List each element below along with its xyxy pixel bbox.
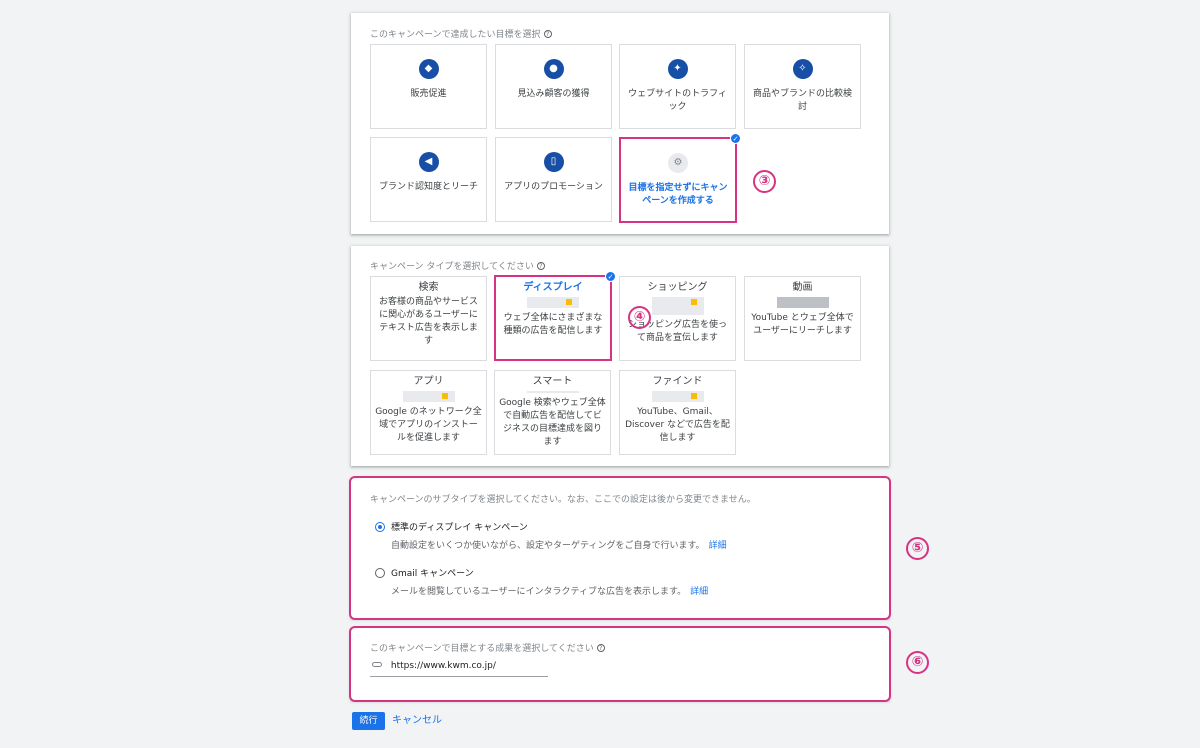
megaphone-icon: ◀ [418, 152, 439, 172]
goal-tile-label: 商品やブランドの比較検討 [752, 89, 852, 112]
goal-tile-label: 販売促進 [410, 89, 447, 99]
goal-tile-no-goal[interactable]: ⚙ 目標を指定せずにキャンペーンを作成する ✓ [619, 133, 741, 223]
check-icon: ✓ [730, 133, 741, 144]
phone-icon: ▯ [543, 152, 564, 172]
type-tile-discovery[interactable]: ファインド YouTube、Gmail、Discover などで広告を配信します [619, 370, 736, 455]
smart-thumbnail [526, 391, 579, 393]
goal-tile-label: ブランド認知度とリーチ [378, 182, 478, 192]
type-tile-name: スマート [532, 376, 573, 387]
gear-icon: ⚙ [668, 153, 688, 173]
type-tile-app[interactable]: アプリ Google のネットワーク全域でアプリのインストールを促進します [370, 370, 487, 455]
shopping-thumbnail [651, 297, 704, 315]
highlight-box-subtype [349, 476, 891, 620]
goal-tile-app[interactable]: ▯ アプリのプロモーション [495, 137, 612, 222]
type-tile-name: ファインド [652, 376, 703, 387]
annotation-5: ⑤ [906, 537, 929, 560]
annotation-3: ③ [753, 170, 776, 193]
type-tile-name: 検索 [418, 282, 439, 293]
type-tile-smart[interactable]: スマート Google 検索やウェブ全体で自動広告を配信してビジネスの目標達成を… [494, 370, 611, 455]
display-thumbnail [527, 297, 579, 308]
video-thumbnail [776, 297, 829, 308]
type-tile-desc: YouTube、Gmail、Discover などで広告を配信します [625, 407, 730, 443]
cancel-button[interactable]: キャンセル [392, 712, 442, 730]
cursor-click-icon: ✦ [667, 59, 688, 79]
goal-tile-label: 目標を指定せずにキャンペーンを作成する [628, 183, 728, 206]
sparkle-icon: ✧ [792, 59, 813, 79]
type-tile-desc: ウェブ全体にさまざまな種類の広告を配信します [503, 313, 603, 336]
type-tile-display[interactable]: ディスプレイ ウェブ全体にさまざまな種類の広告を配信します ✓ [494, 271, 616, 361]
goal-tile-label: ウェブサイトのトラフィック [628, 89, 727, 112]
discovery-thumbnail [651, 391, 704, 402]
continue-button[interactable]: 続行 [352, 712, 385, 730]
goal-tile-consideration[interactable]: ✧ 商品やブランドの比較検討 [744, 44, 861, 129]
type-tile-name: 動画 [792, 282, 813, 293]
people-icon: ● [543, 59, 564, 79]
help-icon[interactable]: ? [536, 262, 545, 270]
goal-tile-label: 見込み顧客の獲得 [517, 89, 590, 99]
goal-section: このキャンペーンで達成したい目標を選択? ◆ 販売促進 ● 見込み顧客の獲得 ✦… [351, 13, 889, 234]
type-section-title: キャンペーン タイプを選択してください? [370, 259, 545, 272]
type-tile-video[interactable]: 動画 YouTube とウェブ全体でユーザーにリーチします [744, 276, 861, 361]
type-tile-name: ディスプレイ [523, 282, 583, 293]
goal-tile-awareness[interactable]: ◀ ブランド認知度とリーチ [370, 137, 487, 222]
app-thumbnail [402, 391, 455, 402]
highlight-box-outcome [349, 626, 891, 702]
goal-section-title: このキャンペーンで達成したい目標を選択? [370, 27, 552, 40]
help-icon[interactable]: ? [543, 30, 552, 38]
goal-tile-sales[interactable]: ◆ 販売促進 [370, 44, 487, 129]
type-tile-search[interactable]: 検索 お客様の商品やサービスに関心があるユーザーにテキスト広告を表示します [370, 276, 487, 361]
goal-tile-label: アプリのプロモーション [504, 182, 603, 192]
type-tile-desc: YouTube とウェブ全体でユーザーにリーチします [751, 313, 854, 336]
type-tile-name: アプリ [413, 376, 444, 387]
annotation-4: ④ [628, 306, 651, 329]
annotation-6: ⑥ [906, 651, 929, 674]
type-tile-desc: Google のネットワーク全域でアプリのインストールを促進します [375, 407, 482, 443]
type-tile-desc: お客様の商品やサービスに関心があるユーザーにテキスト広告を表示します [378, 297, 478, 346]
tag-icon: ◆ [418, 59, 439, 79]
type-section: キャンペーン タイプを選択してください? 検索 お客様の商品やサービスに関心があ… [351, 246, 889, 466]
check-icon: ✓ [605, 271, 616, 282]
type-tile-desc: Google 検索やウェブ全体で自動広告を配信してビジネスの目標達成を図ります [499, 398, 606, 447]
goal-tile-leads[interactable]: ● 見込み顧客の獲得 [495, 44, 612, 129]
goal-tile-traffic[interactable]: ✦ ウェブサイトのトラフィック [619, 44, 736, 129]
type-tile-name: ショッピング [647, 282, 708, 293]
